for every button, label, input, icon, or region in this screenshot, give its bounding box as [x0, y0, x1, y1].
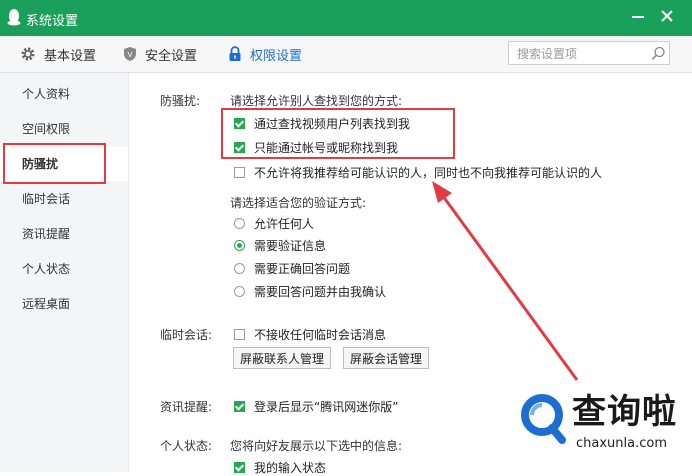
- block-sessions-button[interactable]: 屏蔽会话管理: [343, 347, 430, 369]
- option-label: 需要验证信息: [254, 238, 327, 253]
- verify-option-require-message[interactable]: 需要验证信息: [234, 236, 326, 254]
- tab-label: 安全设置: [145, 48, 198, 64]
- option-label: 不允许将我推荐给可能认识的人，同时也不向我推荐可能认识的人: [254, 165, 603, 180]
- checkbox[interactable]: [234, 117, 245, 129]
- magnifier-logo-icon: [521, 394, 566, 444]
- radio-button[interactable]: [234, 239, 245, 251]
- radio-button[interactable]: [234, 262, 245, 274]
- status-prompt: 您将向好友展示以下选中的信息:: [230, 439, 403, 453]
- section-label-personal-status: 个人状态:: [160, 439, 213, 453]
- tab-label: 权限设置: [250, 48, 303, 64]
- sidebar-item-news-reminder[interactable]: 资讯提醒: [0, 217, 128, 251]
- search-input[interactable]: [515, 45, 649, 63]
- tab-permission-settings[interactable]: 权限设置: [228, 36, 302, 72]
- news-mini-option[interactable]: 登录后显示“腾讯网迷你版”: [234, 397, 398, 415]
- checkbox[interactable]: [234, 461, 245, 473]
- checkbox[interactable]: [234, 328, 245, 340]
- section-label-temp-session: 临时会话:: [160, 328, 213, 342]
- verify-option-correct-answer[interactable]: 需要正确回答问题: [234, 259, 350, 277]
- radio-button[interactable]: [234, 285, 245, 297]
- checkbox[interactable]: [234, 166, 245, 178]
- tab-security-settings[interactable]: V 安全设置: [123, 36, 197, 72]
- option-label: 我的输入状态: [254, 460, 327, 475]
- close-icon[interactable]: [660, 9, 674, 23]
- watermark-url: chaxunla.com: [576, 436, 667, 451]
- verify-option-anyone[interactable]: 允许任何人: [234, 214, 314, 232]
- shield-icon: V: [124, 47, 136, 61]
- gear-icon: [21, 47, 35, 61]
- section-label-news-reminder: 资讯提醒:: [160, 400, 213, 414]
- option-label: 只能通过帐号或昵称找到我: [254, 140, 399, 155]
- option-label: 不接收任何临时会话消息: [254, 327, 387, 342]
- option-label: 通过查找视频用户列表找到我: [254, 116, 411, 131]
- block-contacts-button[interactable]: 屏蔽联系人管理: [233, 347, 332, 369]
- sidebar-item-personal-status[interactable]: 个人状态: [0, 252, 128, 286]
- radio-button[interactable]: [234, 217, 245, 229]
- find-option-account-nickname[interactable]: 只能通过帐号或昵称找到我: [234, 138, 398, 156]
- sidebar-item-temp-session[interactable]: 临时会话: [0, 182, 128, 216]
- search-box[interactable]: [508, 41, 670, 65]
- settings-sidebar: 个人资料 空间权限 防骚扰 临时会话 资讯提醒 个人状态 远程桌面: [0, 73, 129, 472]
- find-option-no-recommend[interactable]: 不允许将我推荐给可能认识的人，同时也不向我推荐可能认识的人: [234, 163, 602, 181]
- verify-option-answer-and-confirm[interactable]: 需要回答问题并由我确认: [234, 282, 386, 300]
- verify-method-prompt: 请选择适合您的验证方式:: [230, 196, 367, 210]
- sidebar-item-anti-harassment[interactable]: 防骚扰: [0, 147, 128, 181]
- watermark: 查询啦 chaxunla.com: [514, 380, 692, 472]
- minimize-button[interactable]: [632, 16, 644, 18]
- sidebar-item-profile[interactable]: 个人资料: [0, 77, 128, 111]
- search-icon[interactable]: [651, 46, 666, 61]
- status-typing-option[interactable]: 我的输入状态: [234, 458, 326, 476]
- temp-session-block-option[interactable]: 不接收任何临时会话消息: [234, 325, 386, 343]
- option-label: 允许任何人: [254, 216, 315, 231]
- watermark-text: 查询啦: [572, 392, 677, 432]
- option-label: 需要回答问题并由我确认: [254, 284, 387, 299]
- section-label-anti-harassment: 防骚扰:: [160, 94, 201, 108]
- option-label: 登录后显示“腾讯网迷你版”: [254, 399, 399, 414]
- tab-basic-settings[interactable]: 基本设置: [20, 36, 96, 72]
- sidebar-item-space-permission[interactable]: 空间权限: [0, 112, 128, 146]
- sidebar-item-remote-desktop[interactable]: 远程桌面: [0, 287, 128, 321]
- title-bar: 系统设置: [0, 0, 692, 36]
- svg-text:V: V: [128, 51, 133, 59]
- find-option-video-list[interactable]: 通过查找视频用户列表找到我: [234, 114, 410, 132]
- window-title: 系统设置: [26, 14, 79, 29]
- lock-icon: [229, 46, 241, 61]
- tab-label: 基本设置: [44, 48, 97, 64]
- checkbox[interactable]: [234, 141, 245, 153]
- find-method-prompt: 请选择允许别人查找到您的方式:: [230, 94, 403, 108]
- option-label: 需要正确回答问题: [254, 261, 351, 276]
- checkbox[interactable]: [234, 400, 245, 412]
- penguin-logo-icon: [7, 9, 21, 26]
